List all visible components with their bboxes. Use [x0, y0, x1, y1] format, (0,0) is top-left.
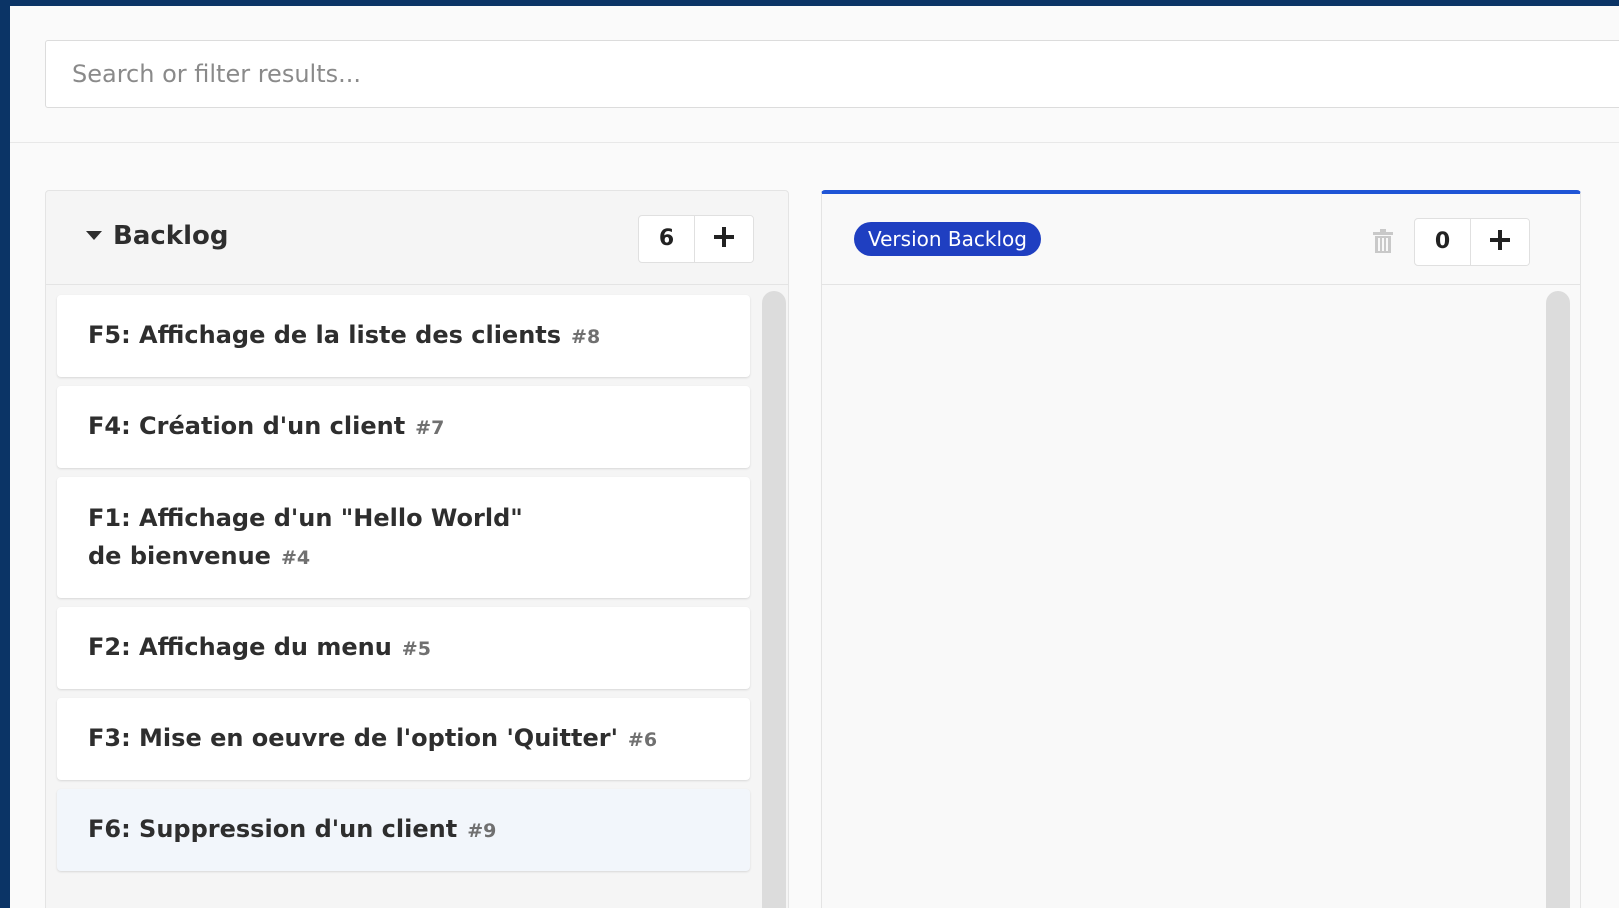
issue-ref: #8 [571, 326, 601, 348]
issue-title[interactable]: F6: Suppression d'un client [88, 815, 457, 843]
issue-ref: #7 [415, 417, 445, 439]
issue-ref: #9 [467, 820, 497, 842]
board-counter-group: 6 [638, 215, 754, 263]
issue-card[interactable]: F5: Affichage de la liste des clients #8 [57, 295, 750, 377]
issue-card[interactable]: F4: Création d'un client #7 [57, 386, 750, 468]
issue-count: 0 [1415, 219, 1471, 265]
issue-ref: #5 [401, 638, 431, 660]
add-issue-button[interactable] [1471, 219, 1529, 265]
board-list[interactable] [822, 285, 1580, 908]
issue-card[interactable]: F3: Mise en oeuvre de l'option 'Quitter'… [57, 698, 750, 780]
scrollbar[interactable] [1546, 291, 1570, 908]
issue-title[interactable]: F5: Affichage de la liste des clients [88, 321, 561, 349]
board-header: Backlog 6 [46, 191, 788, 285]
plus-icon [713, 226, 735, 253]
milestone-badge: Version Backlog [854, 222, 1041, 256]
caret-down-icon[interactable] [86, 231, 102, 241]
trash-icon[interactable] [1372, 228, 1394, 254]
issue-title[interactable]: F3: Mise en oeuvre de l'option 'Quitter' [88, 724, 618, 752]
scrollbar[interactable] [762, 291, 786, 908]
issue-ref: #6 [627, 729, 658, 751]
issue-card[interactable]: F2: Affichage du menu #5 [57, 607, 750, 689]
issue-count: 6 [639, 216, 695, 262]
search-input[interactable] [45, 40, 1619, 108]
issue-title[interactable]: F2: Affichage du menu [88, 633, 392, 661]
issue-boards-app: Backlog 6 F5: Affichage de la liste des … [10, 6, 1619, 908]
issue-title[interactable]: F4: Création d'un client [88, 412, 405, 440]
filter-bar [10, 6, 1619, 143]
board-list[interactable]: F5: Affichage de la liste des clients #8 … [46, 285, 788, 908]
board-counter-group: 0 [1414, 218, 1530, 266]
board-version-backlog: Version Backlog 0 [821, 190, 1581, 908]
plus-icon [1489, 229, 1511, 256]
add-issue-button[interactable] [695, 216, 753, 262]
board-backlog: Backlog 6 F5: Affichage de la liste des … [45, 190, 789, 908]
issue-card[interactable]: F6: Suppression d'un client #9 [57, 789, 750, 871]
issue-ref: #4 [280, 546, 311, 569]
board-title: Backlog [113, 221, 229, 251]
board-header: Version Backlog 0 [822, 194, 1580, 285]
issue-card[interactable]: F1: Affichage d'un "Hello World" de bien… [57, 477, 750, 598]
